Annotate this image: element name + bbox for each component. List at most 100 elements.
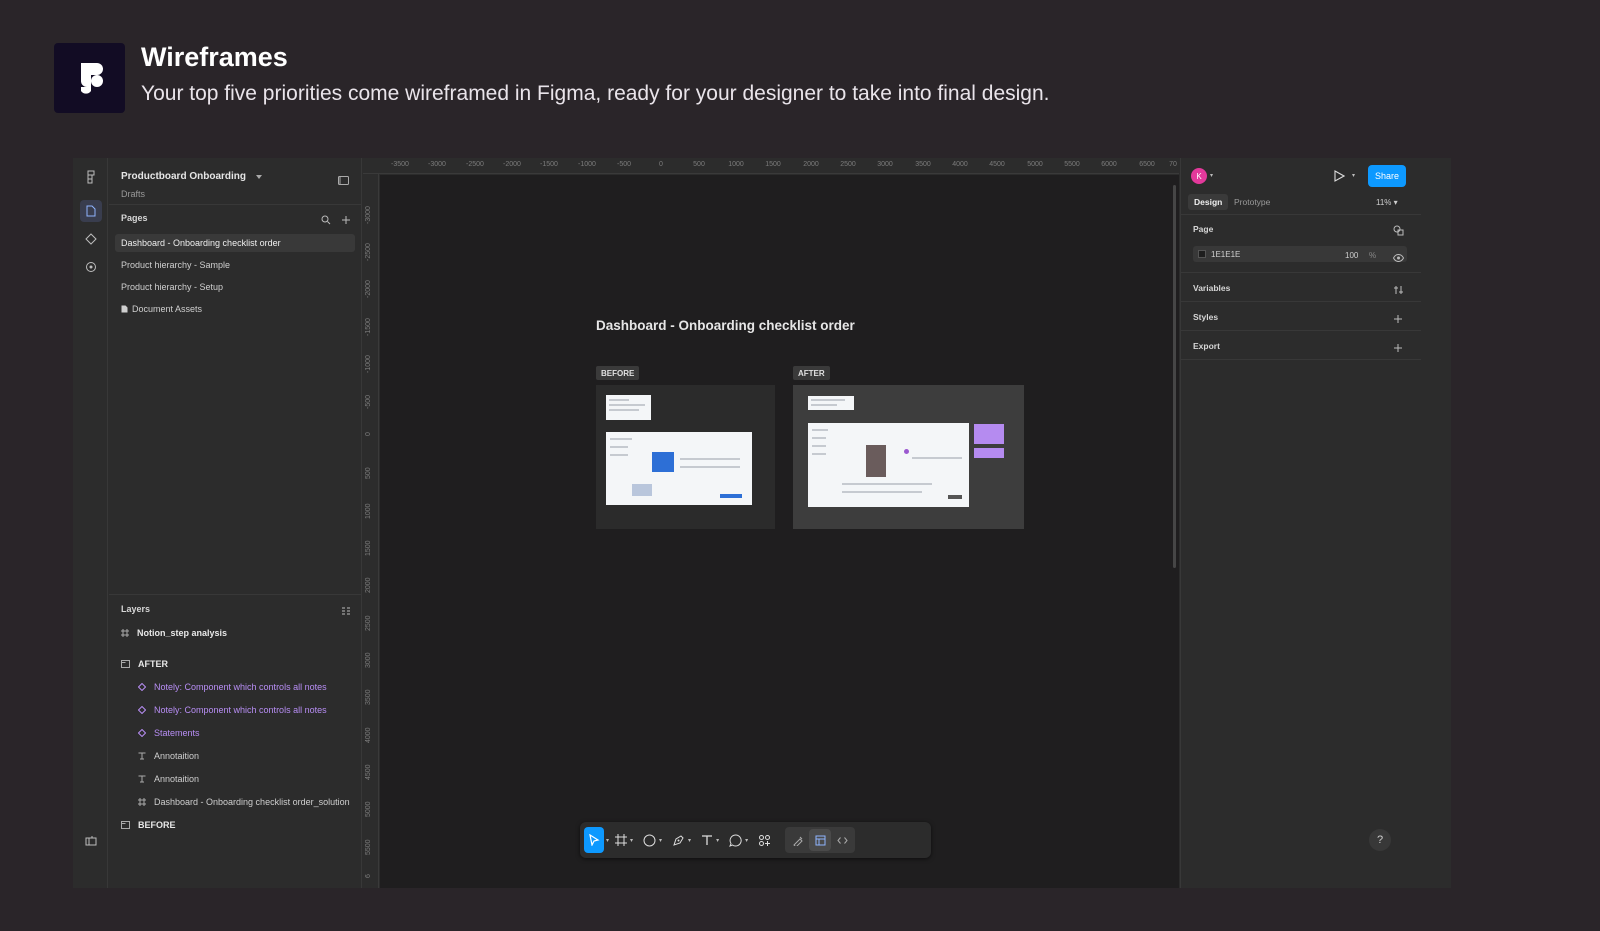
page-item-dashboard[interactable]: Dashboard - Onboarding checklist order — [115, 234, 355, 252]
sliders-icon — [1394, 286, 1403, 294]
page-item-hierarchy-sample[interactable]: Product hierarchy - Sample — [115, 256, 355, 274]
present-menu-caret[interactable]: ▾ — [1352, 172, 1355, 179]
panel-toggle-button[interactable] — [338, 172, 349, 190]
design-mode-button[interactable] — [809, 829, 832, 851]
help-button[interactable]: ? — [1369, 829, 1391, 851]
avatar[interactable]: K — [1191, 168, 1207, 184]
zoom-level[interactable]: 11% ▾ — [1376, 198, 1398, 207]
page-styles-button[interactable] — [1393, 223, 1404, 241]
color-swatch[interactable] — [1198, 250, 1206, 258]
before-dashboard-thumbnail — [606, 432, 752, 505]
play-icon — [1334, 170, 1346, 182]
figma-window: Productboard Onboarding Drafts Pages Das… — [73, 158, 1451, 888]
layers-options-button[interactable] — [341, 603, 351, 621]
instance-icon — [138, 729, 146, 737]
layer-annotation-2[interactable]: Annotaition — [138, 770, 199, 788]
layer-notely-1[interactable]: Notely: Component which controls all not… — [138, 678, 327, 696]
comment-icon — [729, 833, 742, 847]
move-tool-button[interactable] — [584, 827, 604, 853]
style-icon — [1393, 225, 1404, 236]
file-location[interactable]: Drafts — [121, 189, 145, 199]
draw-mode-button[interactable] — [787, 829, 809, 851]
avatar-menu-caret[interactable]: ▾ — [1210, 172, 1213, 179]
move-tool-menu[interactable]: ▾ — [606, 837, 609, 844]
text-layer-icon — [138, 775, 146, 783]
bottom-toolbar: ▾ ▾ ▾ ▾ ▾ ▾ — [580, 822, 931, 858]
file-name-label: Productboard Onboarding — [121, 171, 246, 182]
figma-menu-icon — [87, 170, 95, 184]
add-export-button[interactable] — [1393, 340, 1403, 358]
layer-after-section[interactable]: AFTER — [121, 655, 168, 673]
list-icon — [342, 607, 350, 615]
add-page-button[interactable] — [341, 212, 351, 230]
after-board[interactable] — [793, 385, 1024, 529]
text-layer-icon — [138, 752, 146, 760]
layer-statements[interactable]: Statements — [138, 724, 200, 742]
before-board[interactable] — [596, 385, 775, 529]
frame-tool-button[interactable]: ▾ — [611, 827, 637, 853]
promo-subtitle: Your top five priorities come wireframed… — [141, 82, 1050, 105]
plus-icon — [1394, 315, 1402, 323]
section-icon — [121, 660, 130, 668]
after-label: AFTER — [793, 366, 830, 380]
plugins-button[interactable] — [80, 256, 102, 278]
actions-icon — [759, 834, 771, 846]
tab-prototype[interactable]: Prototype — [1228, 194, 1276, 210]
variables-header: Variables — [1193, 283, 1231, 293]
layout-icon — [85, 836, 97, 846]
layout-toggle-button[interactable] — [80, 830, 102, 852]
draw-icon — [792, 836, 803, 846]
variables-button[interactable] — [1393, 282, 1404, 300]
text-tool-button[interactable]: ▾ — [697, 827, 723, 853]
file-icon — [86, 205, 96, 217]
search-icon — [321, 215, 331, 225]
pen-tool-button[interactable]: ▾ — [668, 827, 695, 853]
layer-dashboard-solution[interactable]: Dashboard - Onboarding checklist order_s… — [138, 793, 350, 811]
pen-icon — [673, 834, 684, 846]
plus-icon — [342, 216, 350, 224]
text-icon — [702, 835, 713, 845]
share-button[interactable]: Share — [1368, 165, 1406, 187]
page-opacity-value[interactable]: 100 — [1345, 251, 1358, 260]
sidebar-icon — [338, 176, 349, 185]
after-note-thumbnail — [808, 396, 854, 410]
canvas-scrollbar[interactable] — [1173, 185, 1176, 568]
mode-toggle-group — [785, 827, 856, 853]
shape-tool-button[interactable]: ▾ — [639, 827, 666, 853]
tab-design[interactable]: Design — [1188, 194, 1229, 210]
before-label: BEFORE — [596, 366, 640, 380]
percent-symbol: % — [1369, 251, 1377, 260]
section-icon — [121, 821, 130, 829]
layer-notion-step[interactable]: Notion_step analysis — [121, 624, 227, 642]
canvas[interactable]: Dashboard - Onboarding checklist order B… — [380, 175, 1179, 888]
page-item-document-assets[interactable]: Document Assets — [115, 300, 355, 318]
instance-icon — [138, 683, 146, 691]
page-item-hierarchy-setup[interactable]: Product hierarchy - Setup — [115, 278, 355, 296]
pages-header: Pages — [121, 213, 148, 223]
frame-icon — [138, 798, 146, 806]
document-icon — [121, 305, 128, 313]
main-menu-button[interactable] — [80, 166, 102, 188]
frame-icon — [121, 629, 129, 637]
eye-icon — [1392, 253, 1405, 263]
layer-annotation-1[interactable]: Annotaition — [138, 747, 199, 765]
comment-tool-button[interactable]: ▾ — [725, 827, 752, 853]
present-button[interactable] — [1334, 169, 1346, 187]
visibility-toggle[interactable] — [1392, 249, 1405, 267]
ruler-top: -3500 -3000 -2500 -2000 -1500 -1000 -500… — [363, 158, 1179, 174]
file-view-button[interactable] — [80, 200, 102, 222]
dev-mode-button[interactable] — [831, 829, 853, 851]
canvas-page-title: Dashboard - Onboarding checklist order — [596, 318, 855, 333]
search-pages-button[interactable] — [321, 212, 331, 230]
left-panel: Productboard Onboarding Drafts Pages Das… — [109, 158, 362, 888]
right-panel: K ▾ ▾ Share Design Prototype 11% ▾ Page … — [1180, 158, 1421, 888]
ruler-left: -3000 -2500 -2000 -1500 -1000 -500 0 500… — [363, 174, 379, 888]
actions-tool-button[interactable] — [754, 827, 775, 853]
assets-button[interactable] — [80, 228, 102, 250]
layer-notely-2[interactable]: Notely: Component which controls all not… — [138, 701, 327, 719]
sticky-note-2 — [974, 448, 1004, 458]
layer-before-section[interactable]: BEFORE — [121, 816, 176, 834]
file-name[interactable]: Productboard Onboarding — [121, 171, 262, 182]
add-style-button[interactable] — [1393, 311, 1403, 329]
sticky-note-1 — [974, 424, 1004, 444]
